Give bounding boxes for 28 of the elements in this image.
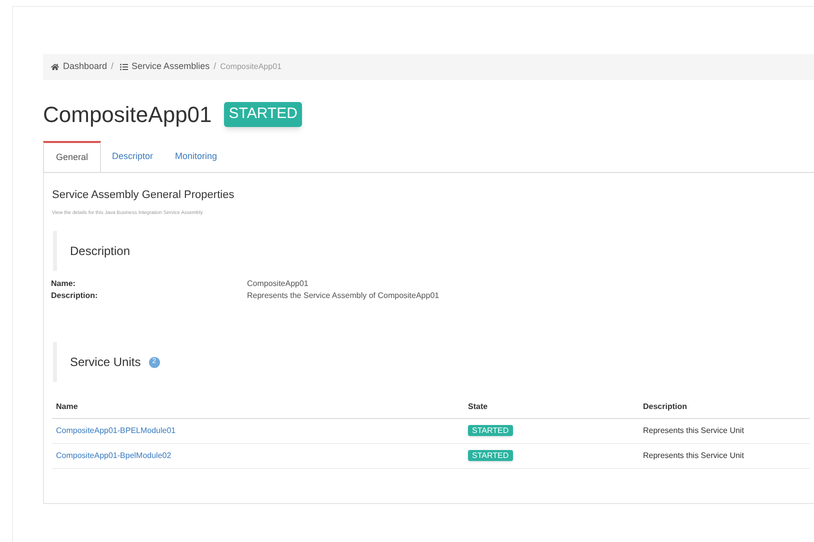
unit-link[interactable]: CompositeApp01-BpelModule02	[56, 451, 172, 460]
service-units-heading: Service Units	[70, 354, 141, 371]
property-value: CompositeApp01	[247, 278, 308, 290]
table-cell: Represents this Service Unit	[639, 418, 810, 444]
status-badge: STARTED	[224, 102, 302, 127]
column-header: Name	[52, 396, 464, 418]
description-heading: Description	[53, 231, 814, 271]
table-cell: Represents this Service Unit	[639, 444, 810, 468]
page-title: CompositeApp01	[43, 101, 212, 129]
property-label: Description:	[51, 290, 99, 302]
property-label: Name:	[51, 278, 76, 290]
tab[interactable]: Monitoring	[164, 141, 228, 172]
state-badge: STARTED	[468, 450, 513, 461]
breadcrumb-link[interactable]: Service Assemblies	[132, 60, 210, 74]
home-icon	[51, 63, 59, 71]
tab[interactable]: Descriptor	[101, 141, 164, 172]
state-badge: STARTED	[468, 425, 513, 436]
property-value: Represents the Service Assembly of CompositeApp01	[247, 290, 440, 302]
column-header: Description	[639, 396, 810, 418]
breadcrumb-separator: /	[214, 60, 216, 74]
unit-link[interactable]: CompositeApp01-BPELModule01	[56, 426, 176, 435]
section-title: Service Assembly General Properties	[52, 188, 236, 203]
breadcrumb-current: CompositeApp01	[220, 61, 282, 73]
breadcrumb-link[interactable]: Dashboard	[63, 60, 108, 74]
tab[interactable]: General	[43, 141, 102, 172]
list-icon	[120, 63, 128, 71]
breadcrumb-separator: /	[111, 60, 114, 74]
column-header: State	[464, 396, 639, 418]
